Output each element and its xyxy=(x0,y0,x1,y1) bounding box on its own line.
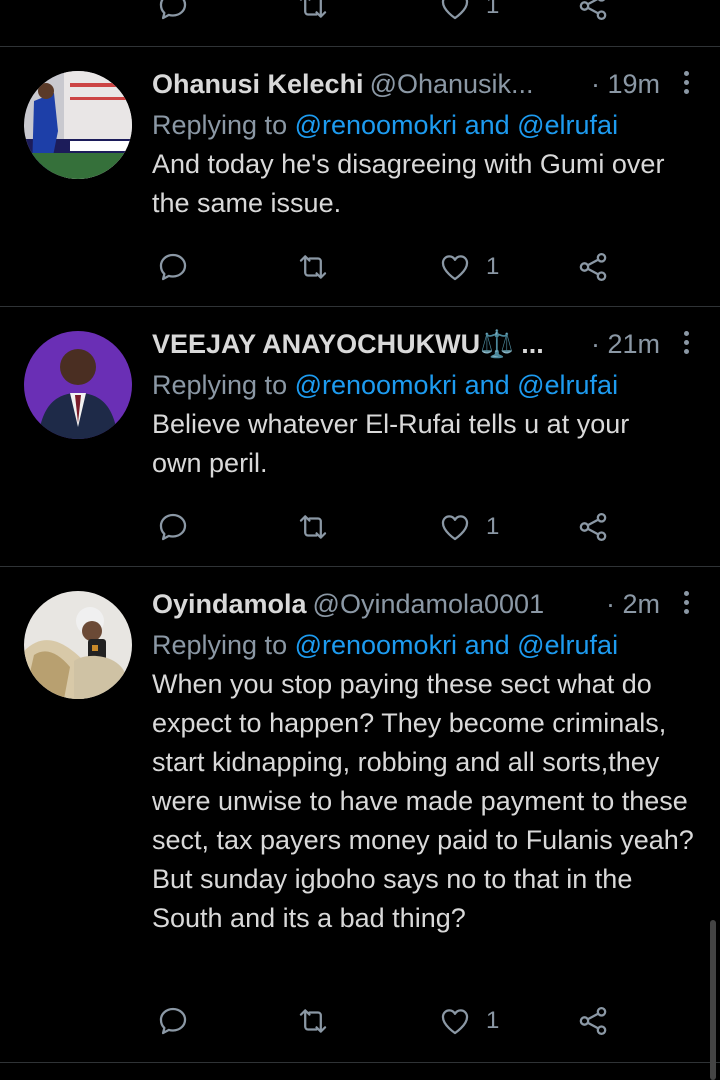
user-handle[interactable]: @Ohanusik... xyxy=(370,69,534,99)
action-bar: 1 xyxy=(152,1001,632,1041)
retweet-button[interactable] xyxy=(296,1001,330,1041)
scrollbar-thumb[interactable] xyxy=(710,920,716,1080)
action-bar: 1 xyxy=(152,507,632,547)
replying-to: Replying to @renoomokri and @elrufai xyxy=(152,365,704,405)
replying-to-label: Replying to xyxy=(152,630,295,660)
reply-bubble-icon xyxy=(156,250,190,284)
user-handle[interactable]: @Oyindamola0001 xyxy=(313,589,545,619)
avatar-image xyxy=(24,331,132,439)
mention-and: and xyxy=(457,370,518,400)
previous-tweet-actions: 1 xyxy=(0,0,720,26)
retweet-icon xyxy=(296,250,330,284)
more-vertical-icon[interactable] xyxy=(676,591,696,617)
divider xyxy=(0,1062,720,1063)
avatar[interactable] xyxy=(24,331,132,439)
avatar-image xyxy=(24,591,132,699)
retweet-icon xyxy=(296,0,330,23)
reply-button[interactable] xyxy=(156,507,190,547)
reply-button[interactable] xyxy=(156,247,190,287)
more-vertical-icon[interactable] xyxy=(676,331,696,357)
display-name[interactable]: VEEJAY ANAYOCHUKWU⚖️ ... xyxy=(152,329,544,359)
tweet[interactable]: VEEJAY ANAYOCHUKWU⚖️ ... · 21m Replying … xyxy=(0,307,720,566)
tweet[interactable]: Oyindamola @Oyindamola0001 · 2m Replying … xyxy=(0,567,720,1060)
like-count: 1 xyxy=(486,253,500,280)
like-button[interactable]: 1 xyxy=(438,0,499,26)
retweet-icon xyxy=(296,510,330,544)
scrollbar[interactable] xyxy=(704,900,720,1080)
replying-to-label: Replying to xyxy=(152,110,295,140)
mention-link[interactable]: @elrufai xyxy=(517,370,618,400)
reply-button[interactable] xyxy=(156,0,190,26)
display-name[interactable]: Oyindamola xyxy=(152,589,307,619)
reply-bubble-icon xyxy=(156,1004,190,1038)
timestamp[interactable]: · 21m xyxy=(591,327,660,361)
mention-link[interactable]: @renoomokri xyxy=(295,370,457,400)
like-button[interactable]: 1 xyxy=(438,247,499,287)
like-count: 1 xyxy=(486,1007,500,1034)
heart-icon xyxy=(438,250,472,284)
share-button[interactable] xyxy=(576,0,610,26)
retweet-button[interactable] xyxy=(296,0,330,26)
tweet[interactable]: Ohanusi Kelechi @Ohanusik... · 19m Replyi… xyxy=(0,47,720,306)
tweet-text: And today he's disagreeing with Gumi ove… xyxy=(152,149,665,218)
mention-link[interactable]: @elrufai xyxy=(517,110,618,140)
action-bar: 1 xyxy=(152,0,632,26)
heart-icon xyxy=(438,510,472,544)
share-button[interactable] xyxy=(576,507,610,547)
share-button[interactable] xyxy=(576,247,610,287)
more-vertical-icon[interactable] xyxy=(676,71,696,97)
mention-and: and xyxy=(457,630,518,660)
reply-bubble-icon xyxy=(156,0,190,23)
replying-to: Replying to @renoomokri and @elrufai xyxy=(152,105,704,145)
share-icon xyxy=(576,1004,610,1038)
tweet-header: Ohanusi Kelechi @Ohanusik... · 19m xyxy=(152,67,704,101)
like-count: 1 xyxy=(486,513,500,540)
display-name[interactable]: Ohanusi Kelechi xyxy=(152,69,364,99)
like-button[interactable]: 1 xyxy=(438,1001,499,1041)
avatar[interactable] xyxy=(24,71,132,179)
mention-link[interactable]: @renoomokri xyxy=(295,110,457,140)
timestamp[interactable]: · 2m xyxy=(606,587,660,621)
mention-and: and xyxy=(457,110,518,140)
timestamp[interactable]: · 19m xyxy=(591,67,660,101)
like-button[interactable]: 1 xyxy=(438,507,499,547)
replying-to: Replying to @renoomokri and @elrufai xyxy=(152,625,704,665)
share-icon xyxy=(576,250,610,284)
avatar-image xyxy=(24,71,132,179)
reply-bubble-icon xyxy=(156,510,190,544)
like-count: 1 xyxy=(486,0,500,19)
retweet-button[interactable] xyxy=(296,247,330,287)
share-button[interactable] xyxy=(576,1001,610,1041)
mention-link[interactable]: @renoomokri xyxy=(295,630,457,660)
tweet-text: Believe whatever El-Rufai tells u at you… xyxy=(152,409,630,478)
tweet-header: Oyindamola @Oyindamola0001 · 2m xyxy=(152,587,704,621)
heart-icon xyxy=(438,1004,472,1038)
action-bar: 1 xyxy=(152,247,632,287)
retweet-icon xyxy=(296,1004,330,1038)
reply-button[interactable] xyxy=(156,1001,190,1041)
replying-to-label: Replying to xyxy=(152,370,295,400)
mention-link[interactable]: @elrufai xyxy=(517,630,618,660)
avatar[interactable] xyxy=(24,591,132,699)
share-icon xyxy=(576,510,610,544)
heart-icon xyxy=(438,0,472,23)
tweet-header: VEEJAY ANAYOCHUKWU⚖️ ... · 21m xyxy=(152,327,704,361)
tweet-text: When you stop paying these sect what do … xyxy=(152,669,694,933)
share-icon xyxy=(576,0,610,23)
retweet-button[interactable] xyxy=(296,507,330,547)
